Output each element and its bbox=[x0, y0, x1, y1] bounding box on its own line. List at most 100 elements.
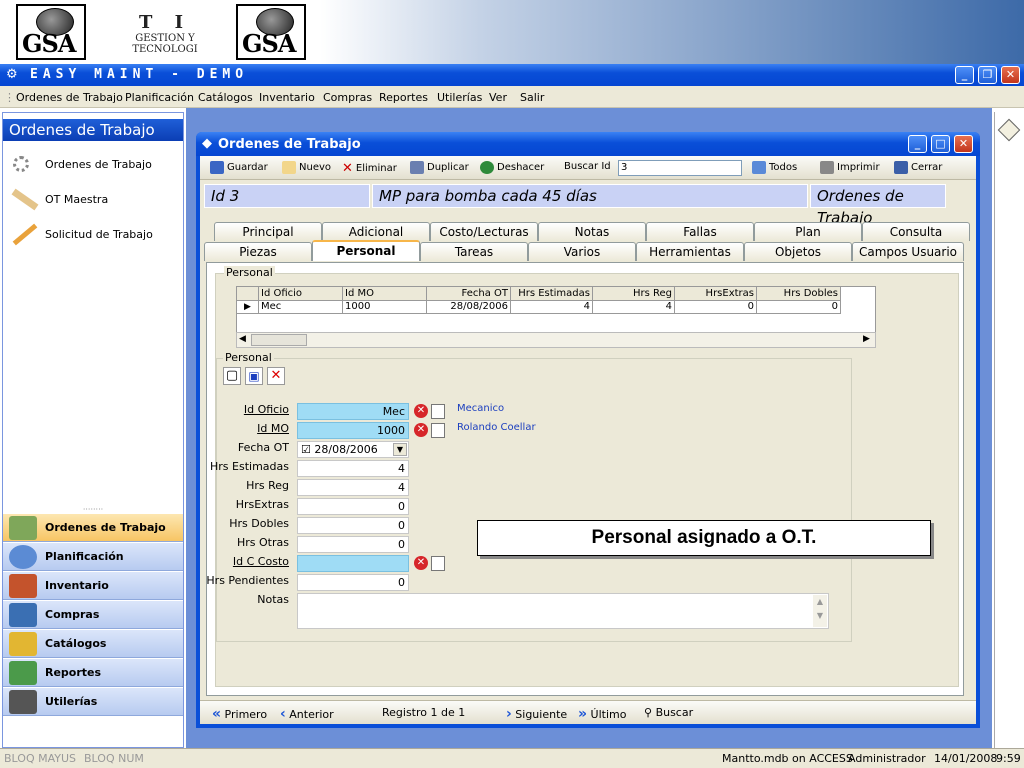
app-title-bar: ⚙ EASY MAINT - DEMO _ ❐ ✕ bbox=[0, 64, 1024, 86]
tab-varios[interactable]: Varios bbox=[528, 242, 636, 261]
hrs-estimadas-field[interactable]: 4 bbox=[297, 460, 409, 477]
tab-objetos[interactable]: Objetos bbox=[744, 242, 852, 261]
tab-fallas[interactable]: Fallas bbox=[646, 222, 754, 241]
new-record-icon[interactable]: ▢ bbox=[223, 367, 241, 385]
col-hrs-extras[interactable]: HrsExtras bbox=[675, 287, 757, 301]
tab-personal[interactable]: Personal bbox=[312, 240, 420, 261]
menu-compras[interactable]: Compras bbox=[323, 91, 372, 104]
nav-inventario[interactable]: Inventario bbox=[3, 571, 183, 600]
nav-planificacion[interactable]: Planificación bbox=[3, 542, 183, 571]
restore-button[interactable]: ❐ bbox=[978, 66, 997, 84]
tab-plan[interactable]: Plan bbox=[754, 222, 862, 241]
table-cell[interactable]: 4 bbox=[593, 301, 675, 314]
id-c-costo-field[interactable] bbox=[297, 555, 409, 572]
nav-catalogos[interactable]: Catálogos bbox=[3, 629, 183, 658]
primero-button[interactable]: « Primero bbox=[212, 706, 267, 722]
menu-ver[interactable]: Ver bbox=[489, 91, 507, 104]
tab-notas[interactable]: Notas bbox=[538, 222, 646, 241]
form-minimize-button[interactable]: _ bbox=[908, 135, 927, 153]
tab-tareas[interactable]: Tareas bbox=[420, 242, 528, 261]
hrs-dobles-field[interactable]: 0 bbox=[297, 517, 409, 534]
scroll-left-icon[interactable]: ◀ bbox=[239, 334, 246, 344]
clear-icon[interactable]: ✕ bbox=[414, 404, 428, 418]
table-cell[interactable]: Mec bbox=[259, 301, 343, 314]
minimize-button[interactable]: _ bbox=[955, 66, 974, 84]
menu-reportes[interactable]: Reportes bbox=[379, 91, 428, 104]
nav-ordenes[interactable]: Ordenes de Trabajo bbox=[3, 513, 183, 542]
nuevo-button[interactable]: Nuevo bbox=[282, 161, 331, 174]
scroll-right-icon[interactable]: ▶ bbox=[863, 334, 870, 344]
hrs-pendientes-field[interactable]: 0 bbox=[297, 574, 409, 591]
siguiente-button[interactable]: › Siguiente bbox=[506, 706, 567, 722]
hrs-reg-field[interactable]: 4 bbox=[297, 479, 409, 496]
close-button[interactable]: ✕ bbox=[1001, 66, 1020, 84]
anterior-button[interactable]: ‹ Anterior bbox=[280, 706, 334, 722]
guardar-button[interactable]: Guardar bbox=[210, 161, 268, 174]
tab-principal[interactable]: Principal bbox=[214, 222, 322, 241]
table-cell[interactable]: 0 bbox=[675, 301, 757, 314]
eliminar-button[interactable]: ✕ Eliminar bbox=[342, 161, 397, 176]
tab-piezas[interactable]: Piezas bbox=[204, 242, 312, 261]
tab-campos-usuario[interactable]: Campos Usuario bbox=[852, 242, 964, 261]
delete-record-icon[interactable]: ✕ bbox=[267, 367, 285, 385]
menu-ordenes[interactable]: Ordenes de Trabajo bbox=[16, 91, 123, 104]
scroll-thumb[interactable] bbox=[251, 334, 307, 346]
menu-catalogos[interactable]: Catálogos bbox=[198, 91, 253, 104]
menu-inventario[interactable]: Inventario bbox=[259, 91, 315, 104]
col-id-oficio[interactable]: Id Oficio bbox=[259, 287, 343, 301]
dropdown-icon[interactable]: ▼ bbox=[393, 443, 407, 456]
duplicar-button[interactable]: Duplicar bbox=[410, 161, 469, 174]
col-hrs-estimadas[interactable]: Hrs Estimadas bbox=[511, 287, 593, 301]
cerrar-button[interactable]: Cerrar bbox=[894, 161, 942, 174]
table-cell[interactable]: 1000 bbox=[343, 301, 427, 314]
hrs-extras-field[interactable]: 0 bbox=[297, 498, 409, 515]
form-restore-button[interactable]: □ bbox=[931, 135, 950, 153]
todos-button[interactable]: Todos bbox=[752, 161, 797, 174]
form-close-button[interactable]: ✕ bbox=[954, 135, 973, 153]
lookup-icon[interactable] bbox=[431, 423, 445, 438]
grid-horizontal-scrollbar[interactable]: ◀ ▶ bbox=[236, 332, 876, 348]
id-oficio-field[interactable]: Mec bbox=[297, 403, 409, 420]
clear-icon[interactable]: ✕ bbox=[414, 423, 428, 437]
ultimo-button[interactable]: » Último bbox=[578, 706, 626, 722]
nav-utilerias[interactable]: Utilerías bbox=[3, 687, 183, 716]
save-record-icon[interactable]: ▣ bbox=[245, 367, 263, 385]
imprimir-button[interactable]: Imprimir bbox=[820, 161, 880, 174]
list-icon bbox=[752, 161, 766, 174]
col-fecha-ot[interactable]: Fecha OT bbox=[427, 287, 511, 301]
hrs-extras-label: HrsExtras bbox=[235, 498, 289, 511]
fecha-ot-picker[interactable]: ☑ 28/08/2006 ▼ bbox=[297, 441, 409, 458]
clear-icon[interactable]: ✕ bbox=[414, 556, 428, 570]
tab-adicional[interactable]: Adicional bbox=[322, 222, 430, 241]
deshacer-button[interactable]: Deshacer bbox=[480, 161, 544, 174]
lookup-icon[interactable] bbox=[431, 556, 445, 571]
table-cell[interactable]: 28/08/2006 bbox=[427, 301, 511, 314]
tab-herramientas[interactable]: Herramientas bbox=[636, 242, 744, 261]
buscar-button[interactable]: ⚲ Buscar bbox=[644, 706, 693, 719]
tab-costo-lecturas[interactable]: Costo/Lecturas bbox=[430, 222, 538, 241]
lp-item-ot-maestra[interactable]: OT Maestra bbox=[9, 186, 108, 212]
menu-utilerias[interactable]: Utilerías bbox=[437, 91, 482, 104]
nav-compras[interactable]: Compras bbox=[3, 600, 183, 629]
pin-icon[interactable] bbox=[997, 118, 1021, 142]
lp-item-solicitud[interactable]: Solicitud de Trabajo bbox=[9, 221, 153, 247]
table-cell[interactable]: 0 bbox=[757, 301, 841, 314]
lp-item-ordenes[interactable]: Ordenes de Trabajo bbox=[9, 151, 152, 177]
notas-textarea[interactable] bbox=[297, 593, 829, 629]
fecha-ot-label: Fecha OT bbox=[237, 441, 289, 454]
notas-scrollbar[interactable]: ▲ ▼ bbox=[813, 595, 827, 627]
lookup-icon[interactable] bbox=[431, 404, 445, 419]
hrs-otras-field[interactable]: 0 bbox=[297, 536, 409, 553]
menu-salir[interactable]: Salir bbox=[520, 91, 544, 104]
tab-consulta[interactable]: Consulta bbox=[862, 222, 970, 241]
nav-reportes[interactable]: Reportes bbox=[3, 658, 183, 687]
row-selector-icon[interactable]: ▶ bbox=[237, 301, 259, 314]
col-hrs-reg[interactable]: Hrs Reg bbox=[593, 287, 675, 301]
buscar-id-input[interactable]: 3 bbox=[618, 160, 742, 176]
col-hrs-dobles[interactable]: Hrs Dobles bbox=[757, 287, 841, 301]
id-mo-field[interactable]: 1000 bbox=[297, 422, 409, 439]
table-cell[interactable]: 4 bbox=[511, 301, 593, 314]
menu-planificacion[interactable]: Planificación bbox=[125, 91, 194, 104]
checkbox-icon[interactable]: ☑ bbox=[301, 443, 311, 456]
col-id-mo[interactable]: Id MO bbox=[343, 287, 427, 301]
